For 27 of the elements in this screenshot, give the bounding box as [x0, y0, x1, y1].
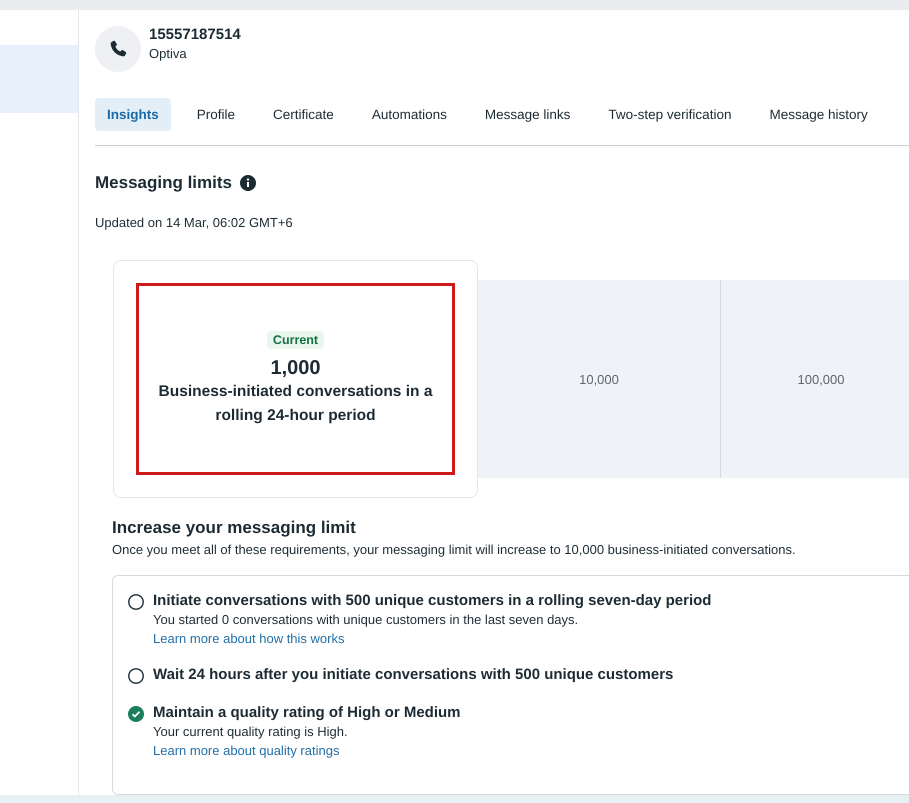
requirement-title: Initiate conversations with 500 unique customers in a rolling seven-day period	[153, 592, 712, 609]
limit-description: Business-initiated conversations in a rolling 24-hour period	[158, 382, 434, 426]
learn-more-link[interactable]: Learn more about quality ratings	[153, 743, 461, 758]
tab[interactable]: Message history	[757, 98, 880, 131]
tier-value: 10,000	[579, 372, 619, 386]
tab[interactable]: Insights	[95, 98, 171, 131]
section-title: Increase your messaging limit	[112, 518, 357, 538]
phone-icon	[95, 26, 141, 72]
tab[interactable]: Profile	[184, 98, 248, 131]
section-description: Once you meet all of these requirements, your messaging limit will increase to 10,000 business-initiated conversations.	[112, 542, 797, 557]
requirement-title: Maintain a quality rating of High or Medium	[153, 704, 461, 721]
tier-value: 100,000	[798, 372, 844, 386]
tab[interactable]: Message links	[472, 98, 582, 131]
limit-value: 1,000	[270, 356, 321, 380]
learn-more-link[interactable]: Learn more about how this works	[153, 631, 712, 646]
tab[interactable]: Certificate	[261, 98, 346, 131]
updated-text: Updated on 14 Mar, 06:02 GMT+6	[95, 215, 294, 230]
current-badge: Current	[266, 330, 324, 348]
account-name: Optiva	[149, 46, 188, 61]
section-title: Messaging limits	[95, 173, 232, 193]
info-icon[interactable]	[240, 175, 256, 191]
tab[interactable]: Two-step verification	[596, 98, 744, 131]
phone-number: 15557187514	[149, 26, 241, 43]
tab[interactable]: Automations	[360, 98, 459, 131]
requirement-detail: Your current quality rating is High.	[153, 724, 349, 739]
requirement-detail: You started 0 conversations with unique customers in the last seven days.	[153, 612, 580, 627]
requirement-title: Wait 24 hours after you initiate conversations with 500 unique customers	[153, 666, 674, 683]
